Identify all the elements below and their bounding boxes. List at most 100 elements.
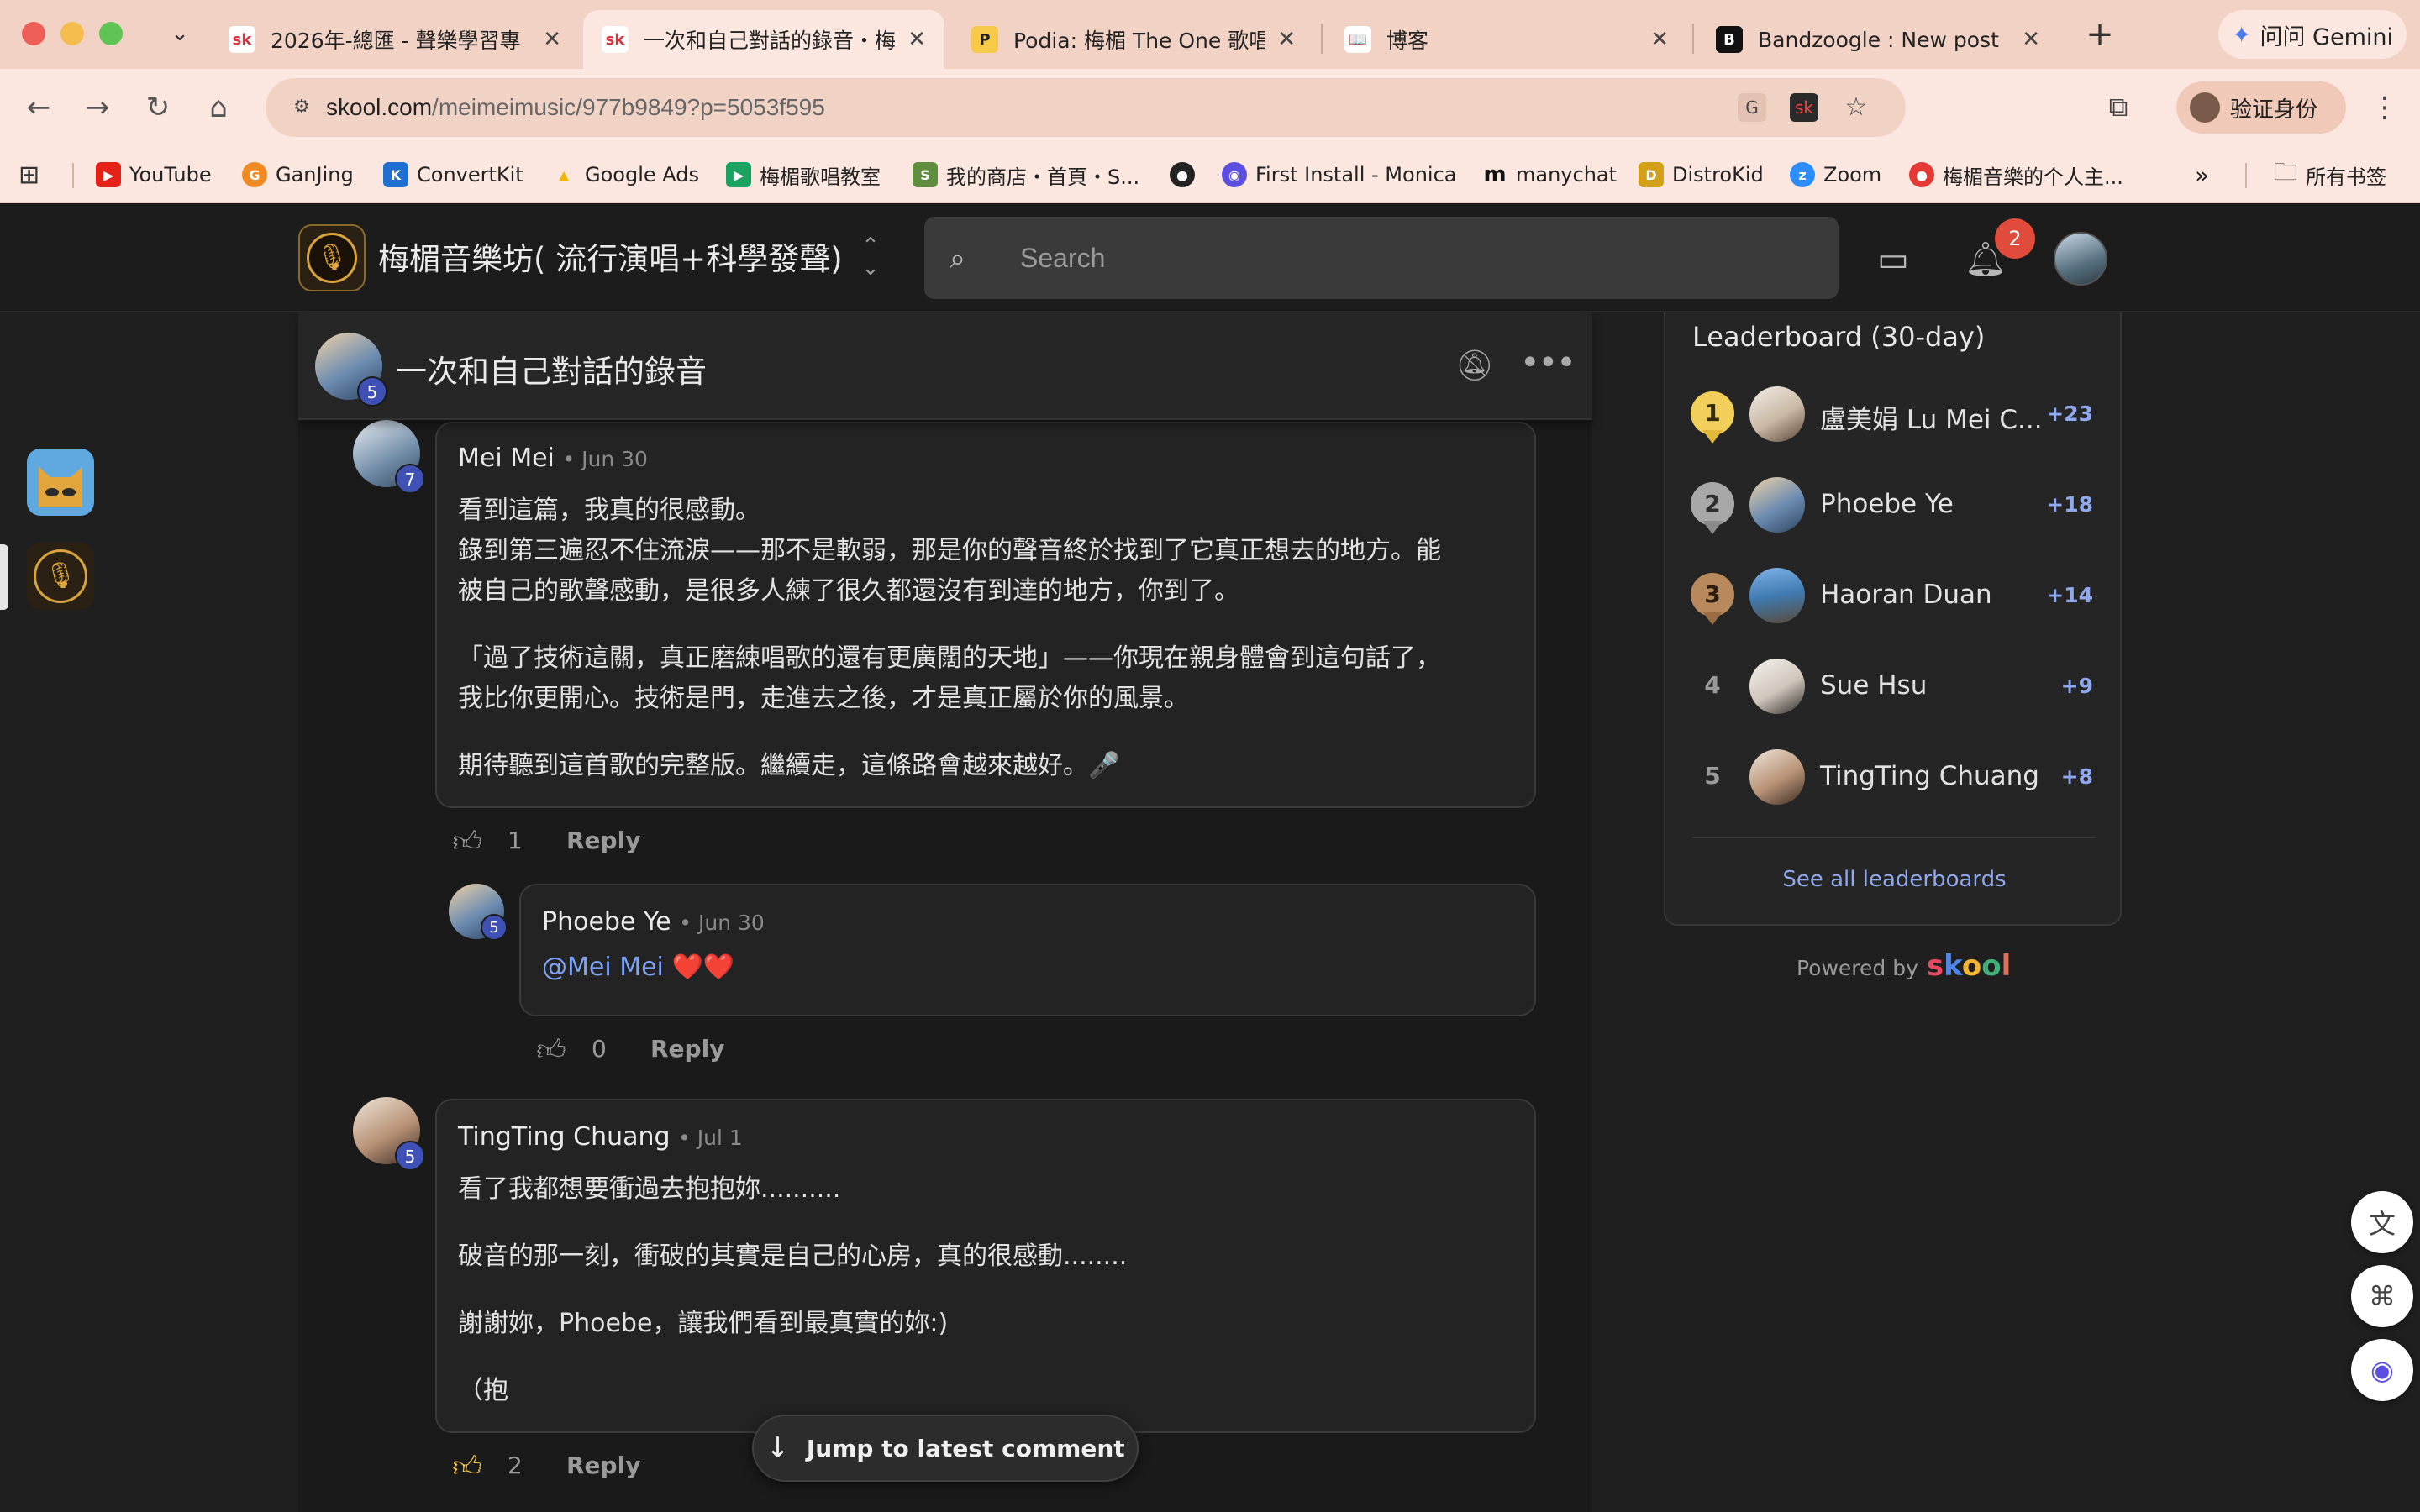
translate-widget-icon[interactable]: 文 xyxy=(2351,1191,2413,1253)
tab-separator xyxy=(1321,24,1323,54)
rank-badge: 1 xyxy=(1691,391,1734,444)
tab-close-icon[interactable]: ✕ xyxy=(543,27,561,52)
group-switcher-chevron-icon[interactable]: ⌃ ⌄ xyxy=(854,235,887,282)
bookmark-monica[interactable]: ◉ First Install - Monica xyxy=(1222,158,1456,192)
jump-to-latest-button[interactable]: ↓ Jump to latest comment xyxy=(752,1415,1139,1482)
thumbs-up-icon[interactable]: 👍︎ xyxy=(449,1448,486,1485)
extensions-puzzle-icon[interactable]: ⧉ xyxy=(2097,86,2139,128)
bookmark-distrokid[interactable]: D DistroKid xyxy=(1639,158,1764,192)
tab-close-icon[interactable]: ✕ xyxy=(1277,27,1296,52)
bookmark-google-ads[interactable]: ▲ Google Ads xyxy=(551,158,699,192)
skool-favicon-icon: sk xyxy=(229,26,255,53)
bookmark-shopify[interactable]: S 我的商店・首頁・S... xyxy=(913,158,1139,192)
new-tab-button[interactable]: + xyxy=(2079,13,2121,55)
comment-author[interactable]: Phoebe Ye xyxy=(542,907,671,937)
tab-close-icon[interactable]: ✕ xyxy=(1650,27,1669,52)
bookmark-manychat[interactable]: m manychat xyxy=(1482,158,1617,192)
search-input[interactable] xyxy=(1018,217,1775,299)
see-all-leaderboards-link[interactable]: See all leaderboards xyxy=(1665,867,2123,892)
tab-podia[interactable]: P Podia: 梅楣 The One 歌唱 ✕ xyxy=(953,10,1314,69)
leader-avatar[interactable] xyxy=(1749,386,1805,442)
leaderboard-card: Leaderboard (30-day) 1 盧美娟 Lu Mei C... +… xyxy=(1664,312,2122,926)
zoom-window-button[interactable] xyxy=(99,22,123,45)
skool-favicon-icon: sk xyxy=(602,26,629,53)
apps-grid-icon[interactable]: ⊞ xyxy=(18,158,39,192)
thumbs-up-icon[interactable]: 👍︎ xyxy=(533,1032,570,1068)
comment-author[interactable]: TingTing Chuang xyxy=(458,1122,671,1152)
bookmark-label: Google Ads xyxy=(585,163,699,186)
reply-button[interactable]: Reply xyxy=(566,1452,640,1479)
tab-close-icon[interactable]: ✕ xyxy=(2022,27,2040,52)
leader-avatar[interactable] xyxy=(1749,749,1805,805)
tab-close-icon[interactable]: ✕ xyxy=(908,27,926,52)
reply-button[interactable]: Reply xyxy=(566,827,640,854)
bookmark-youtube[interactable]: ▶ YouTube xyxy=(96,158,212,192)
group-logo[interactable]: 🎙 xyxy=(298,224,366,291)
tab-title: 一次和自己對話的錄音・梅 xyxy=(644,29,897,53)
leader-name[interactable]: TingTing Chuang xyxy=(1820,761,2039,791)
leader-avatar[interactable] xyxy=(1749,477,1805,533)
chat-bubble-icon[interactable]: ▭ xyxy=(1870,237,1916,282)
minimize-window-button[interactable] xyxy=(60,22,84,45)
ask-gemini-button[interactable]: ✦ 问问 Gemini xyxy=(2218,10,2407,59)
like-count: 1 xyxy=(508,827,523,854)
command-widget-icon[interactable]: ⌘ xyxy=(2351,1265,2413,1327)
leader-name[interactable]: 盧美娟 Lu Mei C... xyxy=(1820,398,2043,436)
comment-text: 謝謝妳，Phoebe，讓我們看到最真實的妳:) xyxy=(458,1309,949,1338)
leader-name[interactable]: Phoebe Ye xyxy=(1820,489,1954,519)
bookmark-label: 所有书签 xyxy=(2306,165,2387,189)
bookmark-label: Zoom xyxy=(1823,163,1882,186)
skool-header: 🎙 梅楣音樂坊( 流行演唱+科學發聲) ⌃⌄ ⌕ ▭ 🔔︎ 2 xyxy=(0,203,2420,312)
tab-search-chevron-icon[interactable]: ⌄ xyxy=(165,18,195,49)
translate-icon[interactable]: G xyxy=(1738,93,1766,122)
reply-button[interactable]: Reply xyxy=(650,1035,724,1063)
url-text[interactable]: skool.com/meimeimusic/977b9849?p=5053f59… xyxy=(326,78,825,137)
tab-blog[interactable]: 📖 博客 ✕ xyxy=(1326,10,1687,69)
blog-favicon-icon: 📖 xyxy=(1344,26,1371,53)
comment-text: 看了我都想要衝過去抱抱妳.......... xyxy=(458,1174,841,1204)
leader-avatar[interactable] xyxy=(1749,659,1805,714)
search-bar[interactable]: ⌕ xyxy=(924,217,1839,299)
thumbs-up-icon[interactable]: 👍︎ xyxy=(449,823,486,860)
bookmark-zoom[interactable]: z Zoom xyxy=(1790,158,1881,192)
powered-by-label: Powered by xyxy=(1797,956,1918,980)
bookmark-star-icon[interactable]: ☆ xyxy=(1842,93,1870,122)
leader-points: +8 xyxy=(2060,764,2093,789)
tab-bandzoogle[interactable]: B Bandzoogle : New post ✕ xyxy=(1697,10,2059,69)
tab-skool-overview[interactable]: sk 2026年-總匯 - 聲樂學習專 ✕ xyxy=(210,10,580,69)
comment-text: 我比你更開心。技術是門，走進去之後，才是真正屬於你的風景。 xyxy=(458,684,1189,713)
leader-name[interactable]: Haoran Duan xyxy=(1820,580,1992,610)
close-window-button[interactable] xyxy=(22,22,45,45)
group-name[interactable]: 梅楣音樂坊( 流行演唱+科學發聲) xyxy=(378,234,843,279)
bookmark-convertkit[interactable]: K ConvertKit xyxy=(383,158,523,192)
browser-menu-icon[interactable]: ⋮ xyxy=(2368,86,2402,129)
group-rail-meimei-icon[interactable]: 🎙 xyxy=(27,543,94,610)
monica-widget-icon[interactable]: ◉ xyxy=(2351,1339,2413,1401)
user-avatar[interactable] xyxy=(2054,232,2107,286)
bell-off-icon[interactable]: 🔕︎ xyxy=(1455,343,1495,390)
mention-link[interactable]: @Mei Mei xyxy=(542,953,664,982)
leader-avatar[interactable] xyxy=(1749,568,1805,623)
bookmark-meet[interactable]: ▶ 梅楣歌唱教室 xyxy=(726,158,881,192)
tab-current-post[interactable]: sk 一次和自己對話的錄音・梅 ✕ xyxy=(583,10,944,69)
powered-by[interactable]: Powered by skool xyxy=(1797,949,2011,983)
forward-arrow-icon[interactable]: → xyxy=(76,86,119,129)
leader-name[interactable]: Sue Hsu xyxy=(1820,670,1927,701)
bookmark-ganjing[interactable]: G GanJing xyxy=(242,158,354,192)
comment-author[interactable]: Mei Mei xyxy=(458,444,555,473)
profile-verify-button[interactable]: 验证身份 xyxy=(2176,81,2346,134)
group-rail-cat-icon[interactable] xyxy=(27,449,94,516)
arrow-down-icon: ↓ xyxy=(765,1431,790,1465)
comment-meta: Phoebe Ye • Jun 30 xyxy=(542,907,765,937)
bookmarks-overflow-chevron[interactable]: » xyxy=(2195,158,2209,192)
home-icon[interactable]: ⌂ xyxy=(197,86,240,129)
bookmark-globe[interactable]: ● xyxy=(1170,158,1203,192)
site-info-icon[interactable]: ⚙ xyxy=(287,93,316,122)
reload-icon[interactable]: ↻ xyxy=(136,86,180,129)
bookmark-music-site[interactable]: ● 梅楣音樂的个人主... xyxy=(1909,158,2123,192)
address-bar[interactable]: ⚙ skool.com/meimeimusic/977b9849?p=5053f… xyxy=(266,78,1906,137)
back-arrow-icon[interactable]: ← xyxy=(17,86,60,129)
more-options-icon[interactable]: ••• xyxy=(1520,343,1576,390)
skool-extension-icon[interactable]: sk xyxy=(1790,93,1818,122)
all-bookmarks-folder[interactable]: 🗀 所有书签 xyxy=(2274,158,2386,192)
